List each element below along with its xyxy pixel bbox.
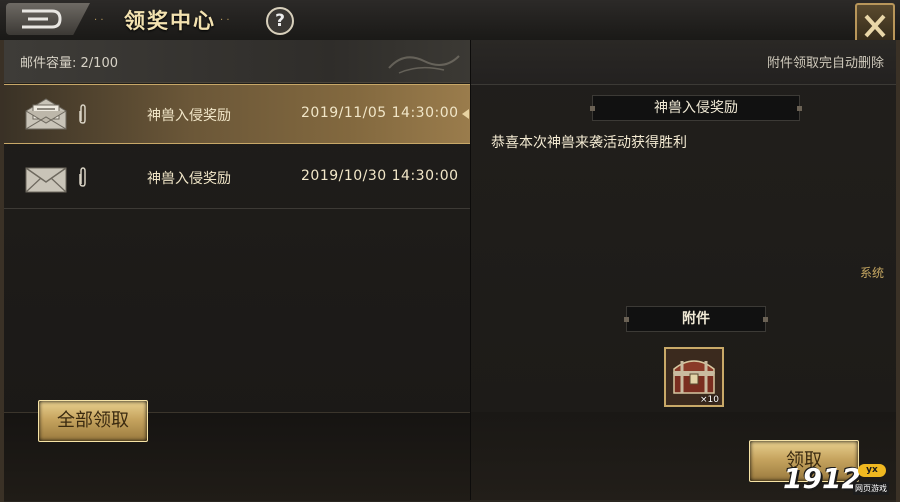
mail-subject: 神兽入侵奖励 — [590, 95, 802, 121]
attachments-heading: 附件 — [624, 306, 768, 332]
site-watermark: 1912 yx 网页游戏 — [783, 462, 899, 500]
auto-delete-note: 附件领取完自动删除 — [766, 56, 884, 71]
treasure-chest-icon — [673, 360, 715, 394]
attachment-slot[interactable]: ×10 — [664, 347, 724, 407]
mail-date: 2019/10/30 14:30:00 — [301, 168, 459, 184]
selected-arrow-icon — [462, 109, 469, 119]
title-ornament-left: · · — [94, 15, 104, 26]
opened-mail-icon — [25, 98, 67, 130]
mail-detail-panel: 附件领取完自动删除 神兽入侵奖励 恭喜本次神兽来袭活动获得胜利 系统 附件 ×1… — [471, 40, 896, 500]
mail-date: 2019/11/05 14:30:00 — [301, 105, 459, 121]
cloud-swirl-decoration — [388, 55, 460, 74]
claim-all-button[interactable]: 全部领取 — [38, 400, 148, 442]
mail-row[interactable]: 神兽入侵奖励 2019/10/30 14:30:00 — [4, 148, 470, 209]
closed-mail-icon — [25, 167, 67, 193]
back-button[interactable] — [6, 3, 90, 35]
detail-header-bar: 附件领取完自动删除 — [471, 40, 896, 85]
attachment-clip-icon — [79, 104, 86, 124]
help-button[interactable]: ? — [266, 7, 294, 35]
window-header: · · 领奖中心 · · ? — [0, 0, 900, 49]
mail-title: 神兽入侵奖励 — [147, 171, 231, 187]
watermark-subtext: 网页游戏 — [853, 482, 889, 495]
close-icon — [864, 14, 886, 38]
capacity-label: 邮件容量: 2/100 — [20, 56, 118, 71]
capacity-bar: 邮件容量: 2/100 — [4, 40, 470, 83]
watermark-badge: yx — [858, 464, 886, 477]
page-title: 领奖中心 — [124, 9, 216, 33]
title-ornament-right: · · — [220, 15, 230, 26]
frame-edge-right — [896, 40, 900, 502]
mail-row[interactable]: 神兽入侵奖励 2019/11/05 14:30:00 — [4, 84, 470, 144]
attachment-clip-icon — [79, 167, 86, 187]
back-arrow-icon — [22, 9, 62, 29]
attachment-quantity: ×10 — [700, 395, 719, 405]
mail-title: 神兽入侵奖励 — [147, 108, 231, 124]
mail-body-text: 恭喜本次神兽来袭活动获得胜利 — [491, 135, 687, 151]
capacity-value: 2/100 — [80, 56, 118, 71]
mail-sender: 系统 — [859, 266, 884, 280]
watermark-text: 1912 — [783, 462, 861, 495]
